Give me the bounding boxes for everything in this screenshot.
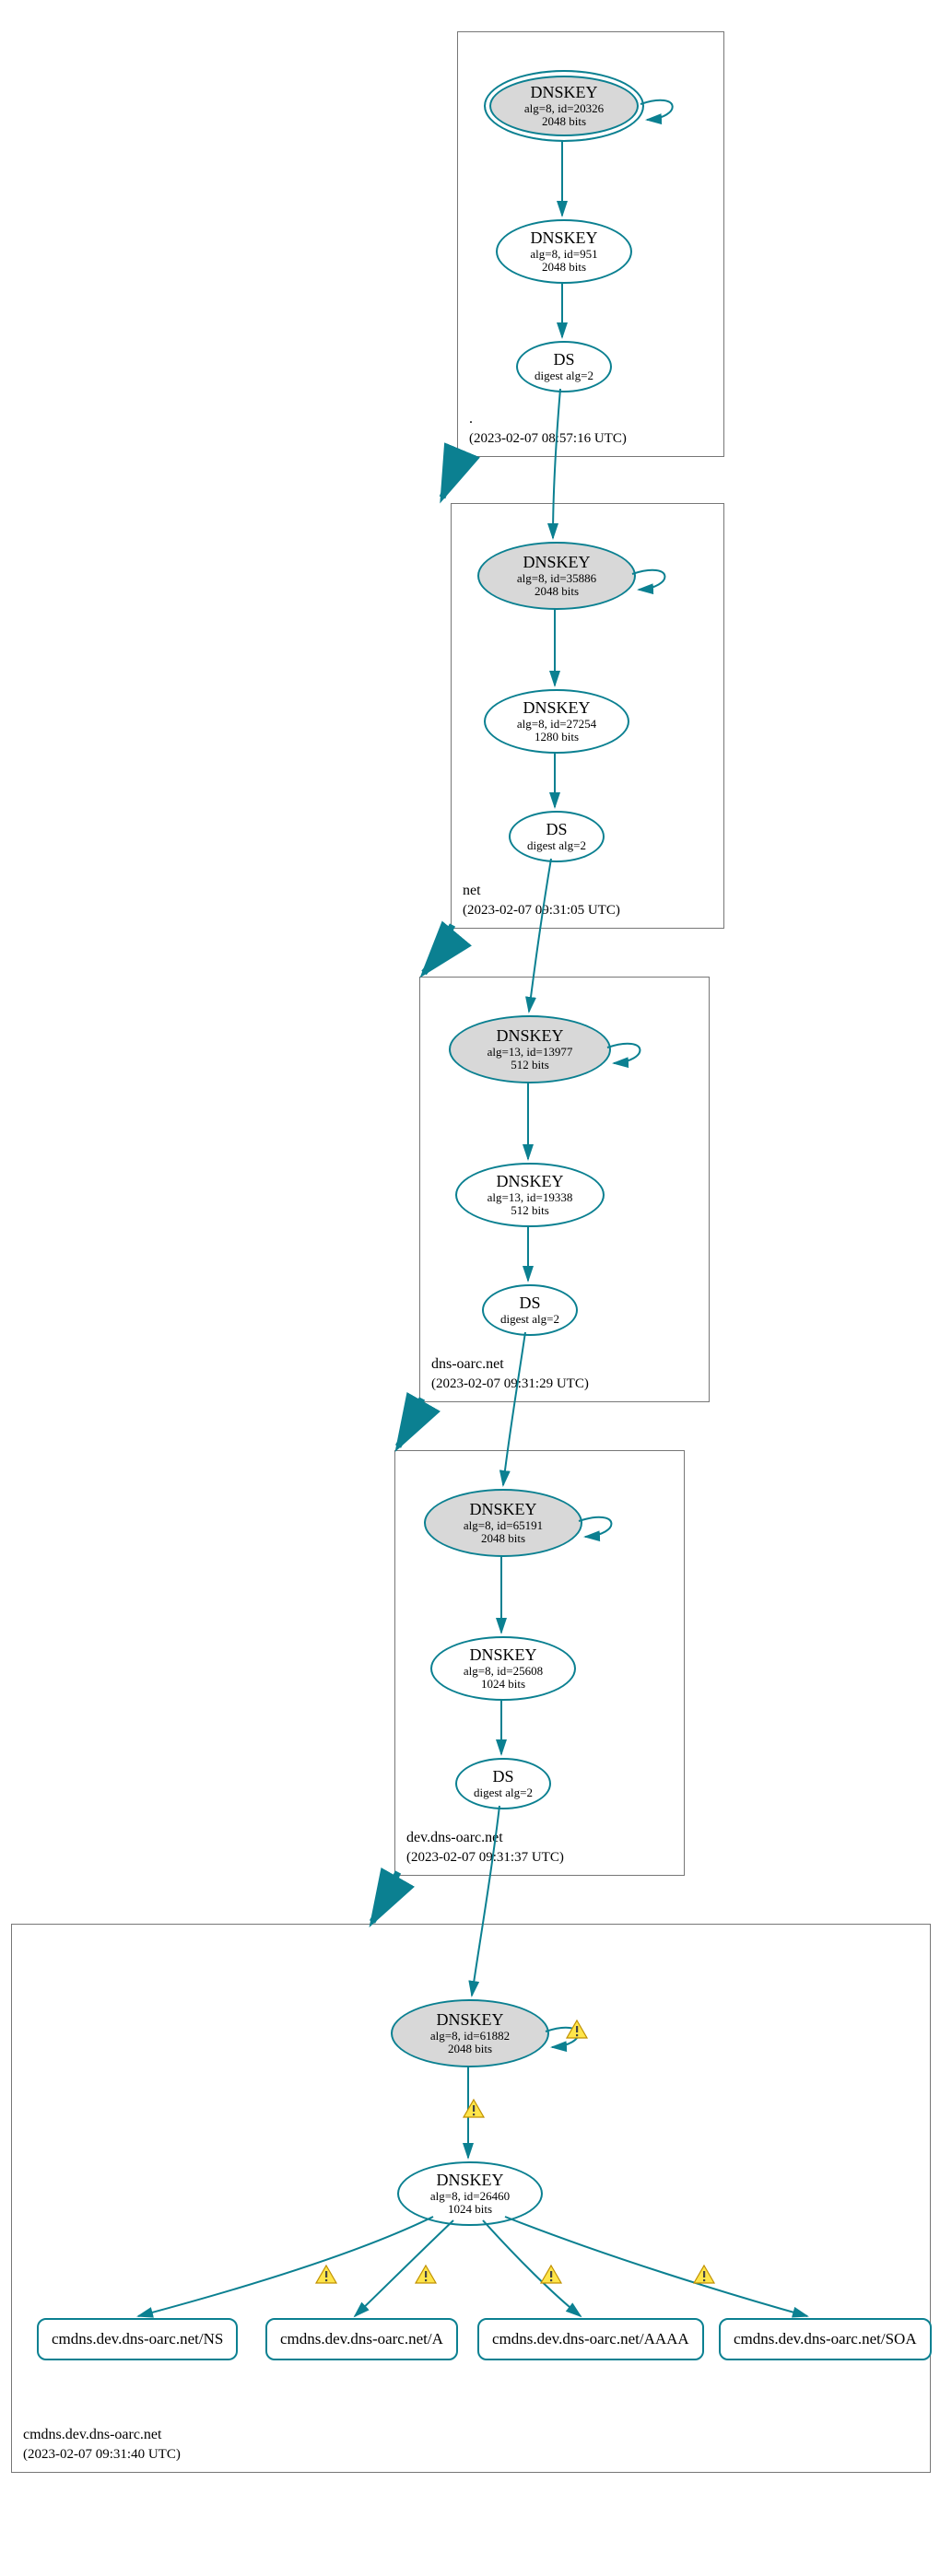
node-title: DNSKEY (436, 2011, 503, 2030)
zone-timestamp: (2023-02-07 09:31:05 UTC) (463, 903, 620, 918)
zone-timestamp: (2023-02-07 09:31:40 UTC) (23, 2447, 181, 2462)
node-sub1: digest alg=2 (500, 1313, 559, 1326)
node-sub1: alg=8, id=20326 (524, 102, 604, 115)
node-sub1: alg=8, id=27254 (517, 718, 596, 731)
node-sub2: 2048 bits (481, 1532, 525, 1545)
zsk-node-root: DNSKEY alg=8, id=951 2048 bits (496, 219, 632, 284)
record-ns: cmdns.dev.dns-oarc.net/NS (37, 2318, 238, 2360)
zone-name: . (469, 411, 473, 427)
zone-timestamp: (2023-02-07 09:31:37 UTC) (406, 1850, 564, 1865)
node-title: DNSKEY (436, 2172, 503, 2190)
node-sub1: alg=8, id=25608 (464, 1665, 543, 1678)
zsk-node-dev: DNSKEY alg=8, id=25608 1024 bits (430, 1636, 576, 1701)
ksk-node-dev: DNSKEY alg=8, id=65191 2048 bits (424, 1489, 582, 1557)
ksk-node-cmdns: DNSKEY alg=8, id=61882 2048 bits (391, 1999, 549, 2067)
zone-label: dns-oarc.net (2023-02-07 09:31:29 UTC) (431, 1354, 589, 1394)
node-sub1: alg=13, id=13977 (488, 1046, 573, 1059)
node-title: DS (492, 1768, 513, 1786)
node-title: DNSKEY (523, 699, 590, 718)
ds-node-root: DS digest alg=2 (516, 341, 612, 392)
zone-name: net (463, 883, 481, 898)
zone-label: . (2023-02-07 08:57:16 UTC) (469, 409, 627, 449)
record-label: cmdns.dev.dns-oarc.net/NS (37, 2318, 238, 2360)
node-title: DS (553, 351, 574, 369)
node-sub1: alg=8, id=35886 (517, 572, 596, 585)
record-label: cmdns.dev.dns-oarc.net/AAAA (477, 2318, 704, 2360)
zone-label: dev.dns-oarc.net (2023-02-07 09:31:37 UT… (406, 1828, 564, 1868)
node-sub2: 512 bits (511, 1204, 549, 1217)
node-sub1: alg=8, id=951 (530, 248, 597, 261)
node-title: DNSKEY (496, 1173, 563, 1191)
node-sub2: 2048 bits (542, 261, 586, 274)
ksk-node-net: DNSKEY alg=8, id=35886 2048 bits (477, 542, 636, 610)
node-title: DS (519, 1294, 540, 1313)
record-a: cmdns.dev.dns-oarc.net/A (265, 2318, 458, 2360)
node-title: DNSKEY (530, 229, 597, 248)
node-sub2: 2048 bits (448, 2043, 492, 2055)
zone-timestamp: (2023-02-07 09:31:29 UTC) (431, 1376, 589, 1391)
node-sub1: digest alg=2 (474, 1786, 533, 1799)
zone-label: net (2023-02-07 09:31:05 UTC) (463, 881, 620, 920)
node-sub2: 512 bits (511, 1059, 549, 1071)
zone-label: cmdns.dev.dns-oarc.net (2023-02-07 09:31… (23, 2425, 181, 2465)
node-sub2: 2048 bits (535, 585, 579, 598)
node-title: DNSKEY (530, 84, 597, 102)
zone-name: dns-oarc.net (431, 1356, 504, 1372)
record-aaaa: cmdns.dev.dns-oarc.net/AAAA (477, 2318, 704, 2360)
node-sub1: alg=13, id=19338 (488, 1191, 573, 1204)
record-label: cmdns.dev.dns-oarc.net/A (265, 2318, 458, 2360)
node-title: DNSKEY (469, 1501, 536, 1519)
ksk-node-dns-oarc: DNSKEY alg=13, id=13977 512 bits (449, 1015, 611, 1083)
node-sub2: 1024 bits (481, 1678, 525, 1691)
zone-timestamp: (2023-02-07 08:57:16 UTC) (469, 431, 627, 446)
ds-node-dev: DS digest alg=2 (455, 1758, 551, 1809)
node-sub1: digest alg=2 (535, 369, 593, 382)
record-soa: cmdns.dev.dns-oarc.net/SOA (719, 2318, 932, 2360)
node-sub1: alg=8, id=61882 (430, 2030, 510, 2043)
node-title: DS (546, 821, 567, 839)
record-label: cmdns.dev.dns-oarc.net/SOA (719, 2318, 932, 2360)
zsk-node-net: DNSKEY alg=8, id=27254 1280 bits (484, 689, 629, 754)
node-sub1: digest alg=2 (527, 839, 586, 852)
ds-node-net: DS digest alg=2 (509, 811, 605, 862)
node-sub1: alg=8, id=65191 (464, 1519, 543, 1532)
node-sub2: 1024 bits (448, 2203, 492, 2216)
zone-name: dev.dns-oarc.net (406, 1830, 503, 1845)
zone-name: cmdns.dev.dns-oarc.net (23, 2427, 161, 2442)
zsk-node-dns-oarc: DNSKEY alg=13, id=19338 512 bits (455, 1163, 605, 1227)
node-sub2: 2048 bits (542, 115, 586, 128)
zsk-node-cmdns: DNSKEY alg=8, id=26460 1024 bits (397, 2161, 543, 2226)
node-sub2: 1280 bits (535, 731, 579, 744)
node-title: DNSKEY (523, 554, 590, 572)
node-title: DNSKEY (469, 1646, 536, 1665)
node-sub1: alg=8, id=26460 (430, 2190, 510, 2203)
ds-node-dns-oarc: DS digest alg=2 (482, 1284, 578, 1336)
ksk-node-root: DNSKEY alg=8, id=20326 2048 bits (484, 70, 644, 142)
node-title: DNSKEY (496, 1027, 563, 1046)
